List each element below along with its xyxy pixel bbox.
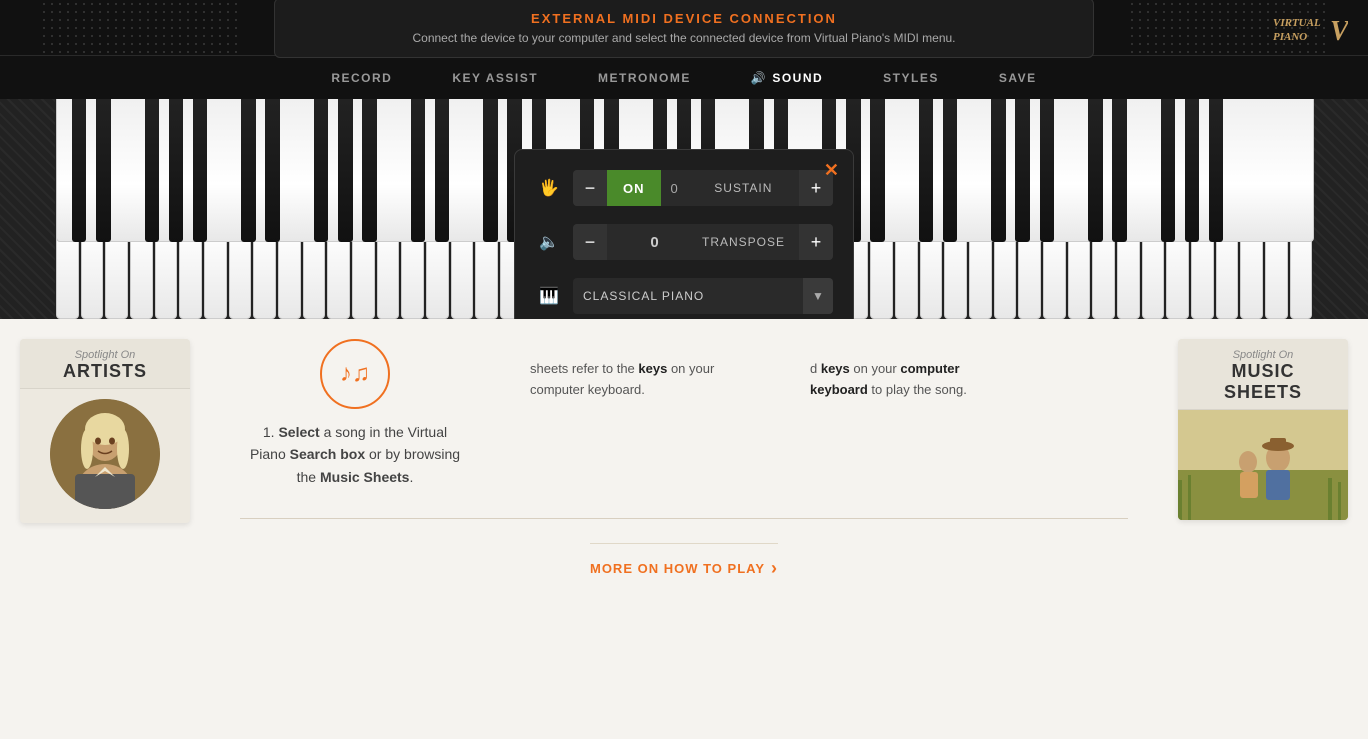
sound-icon: 🔊 xyxy=(751,71,767,85)
transpose-plus-button[interactable]: + xyxy=(799,224,833,260)
step1-searchbox-bold: Search box xyxy=(290,446,365,462)
more-link-arrow: › xyxy=(771,558,778,579)
mid-col-1: sheets refer to the keys on your compute… xyxy=(510,339,750,421)
svg-text:VP: VP xyxy=(1330,16,1348,47)
piano-right-decoration xyxy=(1313,99,1368,319)
svg-text:VIRTUAL: VIRTUAL xyxy=(1273,17,1321,29)
spotlight-on-label-right: Spotlight On xyxy=(1192,349,1334,361)
midi-banner-text: Connect the device to your computer and … xyxy=(305,31,1063,45)
logo: VIRTUAL PIANO VP xyxy=(1268,8,1348,53)
instrument-label: CLASSICAL PIANO xyxy=(583,289,803,303)
sustain-minus-button[interactable]: − xyxy=(573,170,607,206)
sustain-value: 0 xyxy=(661,181,688,196)
instrument-dropdown[interactable]: CLASSICAL PIANO ▼ xyxy=(573,278,833,314)
spotlight-on-label-left: Spotlight On xyxy=(34,349,176,361)
spotlight-artists-card[interactable]: Spotlight On ARTISTS xyxy=(20,339,190,523)
sustain-icon: 🖐 xyxy=(535,178,563,198)
step1-section: ♪♫ 1. Select a song in the Virtual Piano… xyxy=(240,339,470,504)
step1-period: . xyxy=(409,469,413,485)
transpose-value: 0 xyxy=(607,234,702,251)
mid-col-2: d keys on your computer keyboard to play… xyxy=(790,339,1030,421)
how-to-step1: 1. Select a song in the Virtual Piano Se… xyxy=(245,421,465,488)
sound-panel: ✕ 🖐 − ON 0 SUSTAIN + 🔈 − 0 TRANSPOSE + xyxy=(514,149,854,319)
top-bar: EXTERNAL MIDI DEVICE CONNECTION Connect … xyxy=(0,0,1368,55)
more-link[interactable]: MORE ON HOW TO PLAY › xyxy=(590,543,778,579)
spotlight-artists-title: ARTISTS xyxy=(34,361,176,382)
transpose-label: TRANSPOSE xyxy=(702,235,799,249)
spotlight-music-sheets-card[interactable]: Spotlight On MUSIC SHEETS xyxy=(1178,339,1348,520)
nav-metronome[interactable]: METRONOME xyxy=(568,56,721,100)
nav-save[interactable]: SAVE xyxy=(969,56,1067,100)
spotlight-music-sheets-title: MUSIC SHEETS xyxy=(1192,361,1334,403)
more-link-text: MORE ON HOW TO PLAY xyxy=(590,561,765,576)
instrument-icon: 🎹 xyxy=(535,286,563,306)
mid-col2-text2: on your xyxy=(850,361,901,376)
center-content: ♪♫ 1. Select a song in the Virtual Piano… xyxy=(210,319,1158,739)
instrument-dropdown-arrow: ▼ xyxy=(803,278,833,314)
step1-number: 1. xyxy=(263,424,279,440)
transpose-row: 🔈 − 0 TRANSPOSE + xyxy=(535,224,833,260)
step1-select-bold: Select xyxy=(278,424,319,440)
nav-bar: RECORD KEY ASSIST METRONOME 🔊 SOUND STYL… xyxy=(0,55,1368,99)
spotlight-music-sheets-header: Spotlight On MUSIC SHEETS xyxy=(1178,339,1348,410)
mid-col1-text: sheets refer to the xyxy=(530,361,638,376)
spotlight-left: Spotlight On ARTISTS xyxy=(0,319,210,739)
music-icon-circle: ♪♫ xyxy=(320,339,390,409)
transpose-control: − 0 TRANSPOSE + xyxy=(573,224,833,260)
nav-key-assist[interactable]: KEY ASSIST xyxy=(422,56,568,100)
midi-banner-title: EXTERNAL MIDI DEVICE CONNECTION xyxy=(305,11,1063,26)
mid-col2-text1: d xyxy=(810,361,821,376)
artist-avatar xyxy=(50,399,160,509)
nav-sound[interactable]: 🔊 SOUND xyxy=(721,56,853,100)
music-note-icon: ♪♫ xyxy=(340,360,370,388)
mid-col1-keys-bold: keys xyxy=(638,361,667,376)
sustain-row: 🖐 − ON 0 SUSTAIN + xyxy=(535,170,833,206)
piano-left-decoration xyxy=(0,99,55,319)
midi-banner: EXTERNAL MIDI DEVICE CONNECTION Connect … xyxy=(274,0,1094,58)
more-link-container: MORE ON HOW TO PLAY › xyxy=(240,518,1128,579)
sustain-label: SUSTAIN xyxy=(688,181,799,195)
nav-styles[interactable]: STYLES xyxy=(853,56,969,100)
bottom-section: Spotlight On ARTISTS xyxy=(0,319,1368,739)
step1-musicsheets-bold: Music Sheets xyxy=(320,469,409,485)
transpose-minus-button[interactable]: − xyxy=(573,224,607,260)
dot-decoration-left xyxy=(40,0,240,55)
instrument-row: 🎹 CLASSICAL PIANO ▼ xyxy=(535,278,833,314)
sustain-control: − ON 0 SUSTAIN + xyxy=(573,170,833,206)
nav-record[interactable]: RECORD xyxy=(301,56,422,100)
mid-col2-text3: to play the song. xyxy=(868,382,967,397)
close-button[interactable]: ✕ xyxy=(824,160,839,181)
mid-col2-keys-bold: keys xyxy=(821,361,850,376)
piano-area: ✕ 🖐 − ON 0 SUSTAIN + 🔈 − 0 TRANSPOSE + xyxy=(0,99,1368,319)
spotlight-right: Spotlight On MUSIC SHEETS xyxy=(1158,319,1368,739)
sustain-on-button[interactable]: ON xyxy=(607,170,661,206)
spotlight-artists-header: Spotlight On ARTISTS xyxy=(20,339,190,389)
music-sheets-image xyxy=(1178,410,1348,520)
transpose-icon: 🔈 xyxy=(535,232,563,252)
svg-text:PIANO: PIANO xyxy=(1273,31,1307,43)
